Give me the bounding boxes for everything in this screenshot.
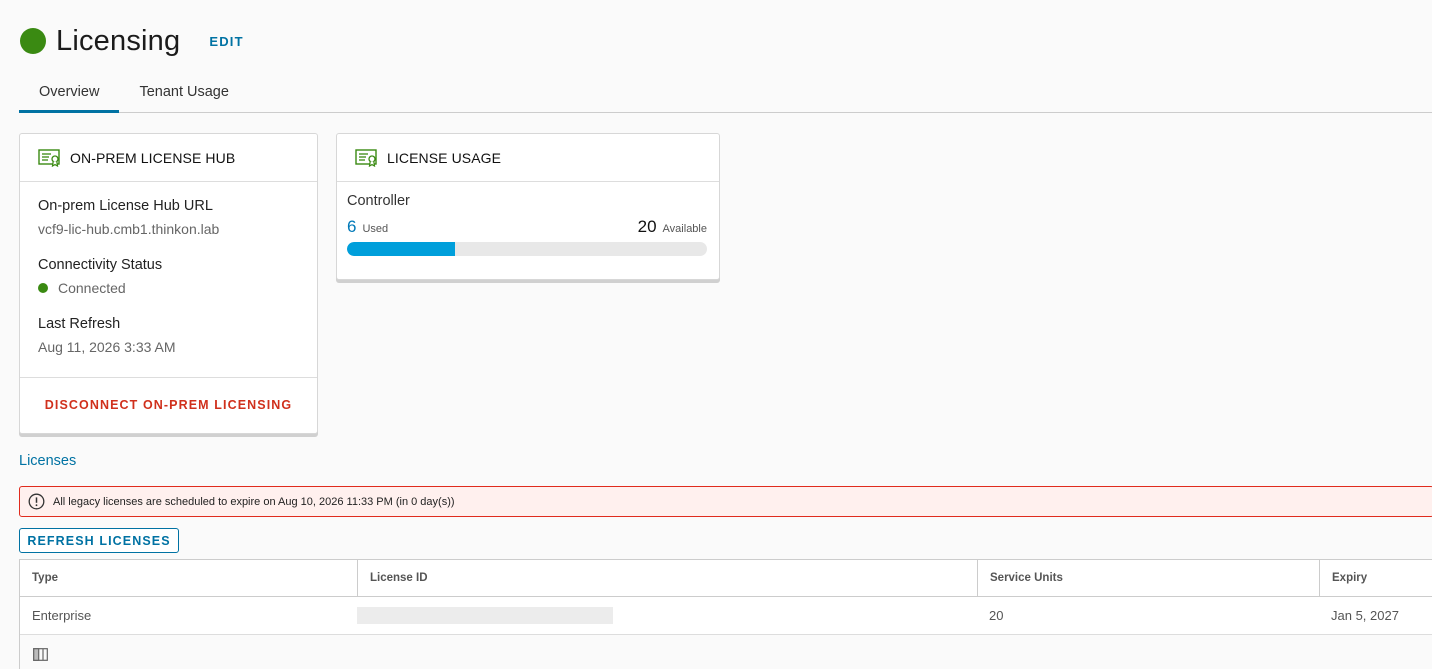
table-footer xyxy=(20,635,1432,669)
connected-status-icon xyxy=(38,283,48,293)
license-usage-card: LICENSE USAGE Controller 6 Used 20 Availab… xyxy=(336,133,720,280)
usage-counts: 6 Used 20 Available xyxy=(347,217,707,237)
alert-message: All legacy licenses are scheduled to exp… xyxy=(53,495,455,508)
licenses-table: Type License ID Service Units Expiry Ent… xyxy=(19,559,1432,669)
field-label: Last Refresh xyxy=(38,316,121,332)
last-refresh-field: Last Refresh Aug 11, 2026 3:33 AM xyxy=(38,316,299,355)
disconnect-button[interactable]: DISCONNECT ON-PREM LICENSING xyxy=(45,398,292,412)
column-header-expiry[interactable]: Expiry xyxy=(1319,560,1432,596)
tab-overview[interactable]: Overview xyxy=(19,78,120,113)
usage-progress-fill xyxy=(347,242,455,256)
cell-license-id xyxy=(357,597,977,634)
card-header: ON-PREM LICENSE HUB xyxy=(20,134,317,182)
expiry-alert: All legacy licenses are scheduled to exp… xyxy=(19,486,1432,517)
resource-label: Controller xyxy=(347,193,410,209)
page-header: Licensing EDIT xyxy=(20,24,244,58)
available-label: Available xyxy=(662,223,707,235)
card-title: ON-PREM LICENSE HUB xyxy=(70,149,236,166)
cell-type: Enterprise xyxy=(32,608,92,623)
card-footer: DISCONNECT ON-PREM LICENSING xyxy=(20,377,317,432)
column-toggle-icon[interactable] xyxy=(33,647,48,661)
hub-url-field: On-prem License Hub URL vcf9-lic-hub.cmb… xyxy=(38,198,299,237)
connectivity-value: Connected xyxy=(58,280,126,296)
column-header-license-id[interactable]: License ID xyxy=(357,560,977,596)
available-count: 20 xyxy=(637,217,657,236)
cell-service-units: 20 xyxy=(989,608,1004,623)
tab-tenant-usage[interactable]: Tenant Usage xyxy=(119,78,248,113)
field-label: Connectivity Status xyxy=(38,257,163,273)
used-label: Used xyxy=(362,223,389,235)
connectivity-field: Connectivity Status Connected xyxy=(38,257,299,296)
page-title: Licensing xyxy=(56,24,181,57)
used-count: 6 xyxy=(347,217,357,236)
exclamation-circle-icon xyxy=(28,493,45,510)
licenses-section-link[interactable]: Licenses xyxy=(19,453,76,469)
license-certificate-icon xyxy=(355,148,377,167)
redacted-license-id xyxy=(357,607,613,624)
column-header-type[interactable]: Type xyxy=(20,560,357,596)
on-prem-license-hub-card: ON-PREM LICENSE HUB On-prem License Hub … xyxy=(19,133,318,434)
table-row[interactable]: Enterprise 20 Jan 5, 2027 xyxy=(20,597,1432,635)
card-title: LICENSE USAGE xyxy=(387,149,502,166)
table-header: Type License ID Service Units Expiry xyxy=(20,560,1432,597)
cell-expiry: Jan 5, 2027 xyxy=(1331,608,1399,623)
card-header: LICENSE USAGE xyxy=(337,134,719,182)
hub-url-value: vcf9-lic-hub.cmb1.thinkon.lab xyxy=(38,221,220,237)
license-certificate-icon xyxy=(38,148,60,167)
column-header-service-units[interactable]: Service Units xyxy=(977,560,1319,596)
usage-progress-bar xyxy=(347,242,707,256)
last-refresh-value: Aug 11, 2026 3:33 AM xyxy=(38,339,176,355)
field-label: On-prem License Hub URL xyxy=(38,198,213,214)
refresh-licenses-button[interactable]: REFRESH LICENSES xyxy=(19,528,179,553)
tab-bar: Overview Tenant Usage xyxy=(19,78,1432,113)
status-dot-icon xyxy=(20,28,46,54)
edit-link[interactable]: EDIT xyxy=(209,34,243,49)
